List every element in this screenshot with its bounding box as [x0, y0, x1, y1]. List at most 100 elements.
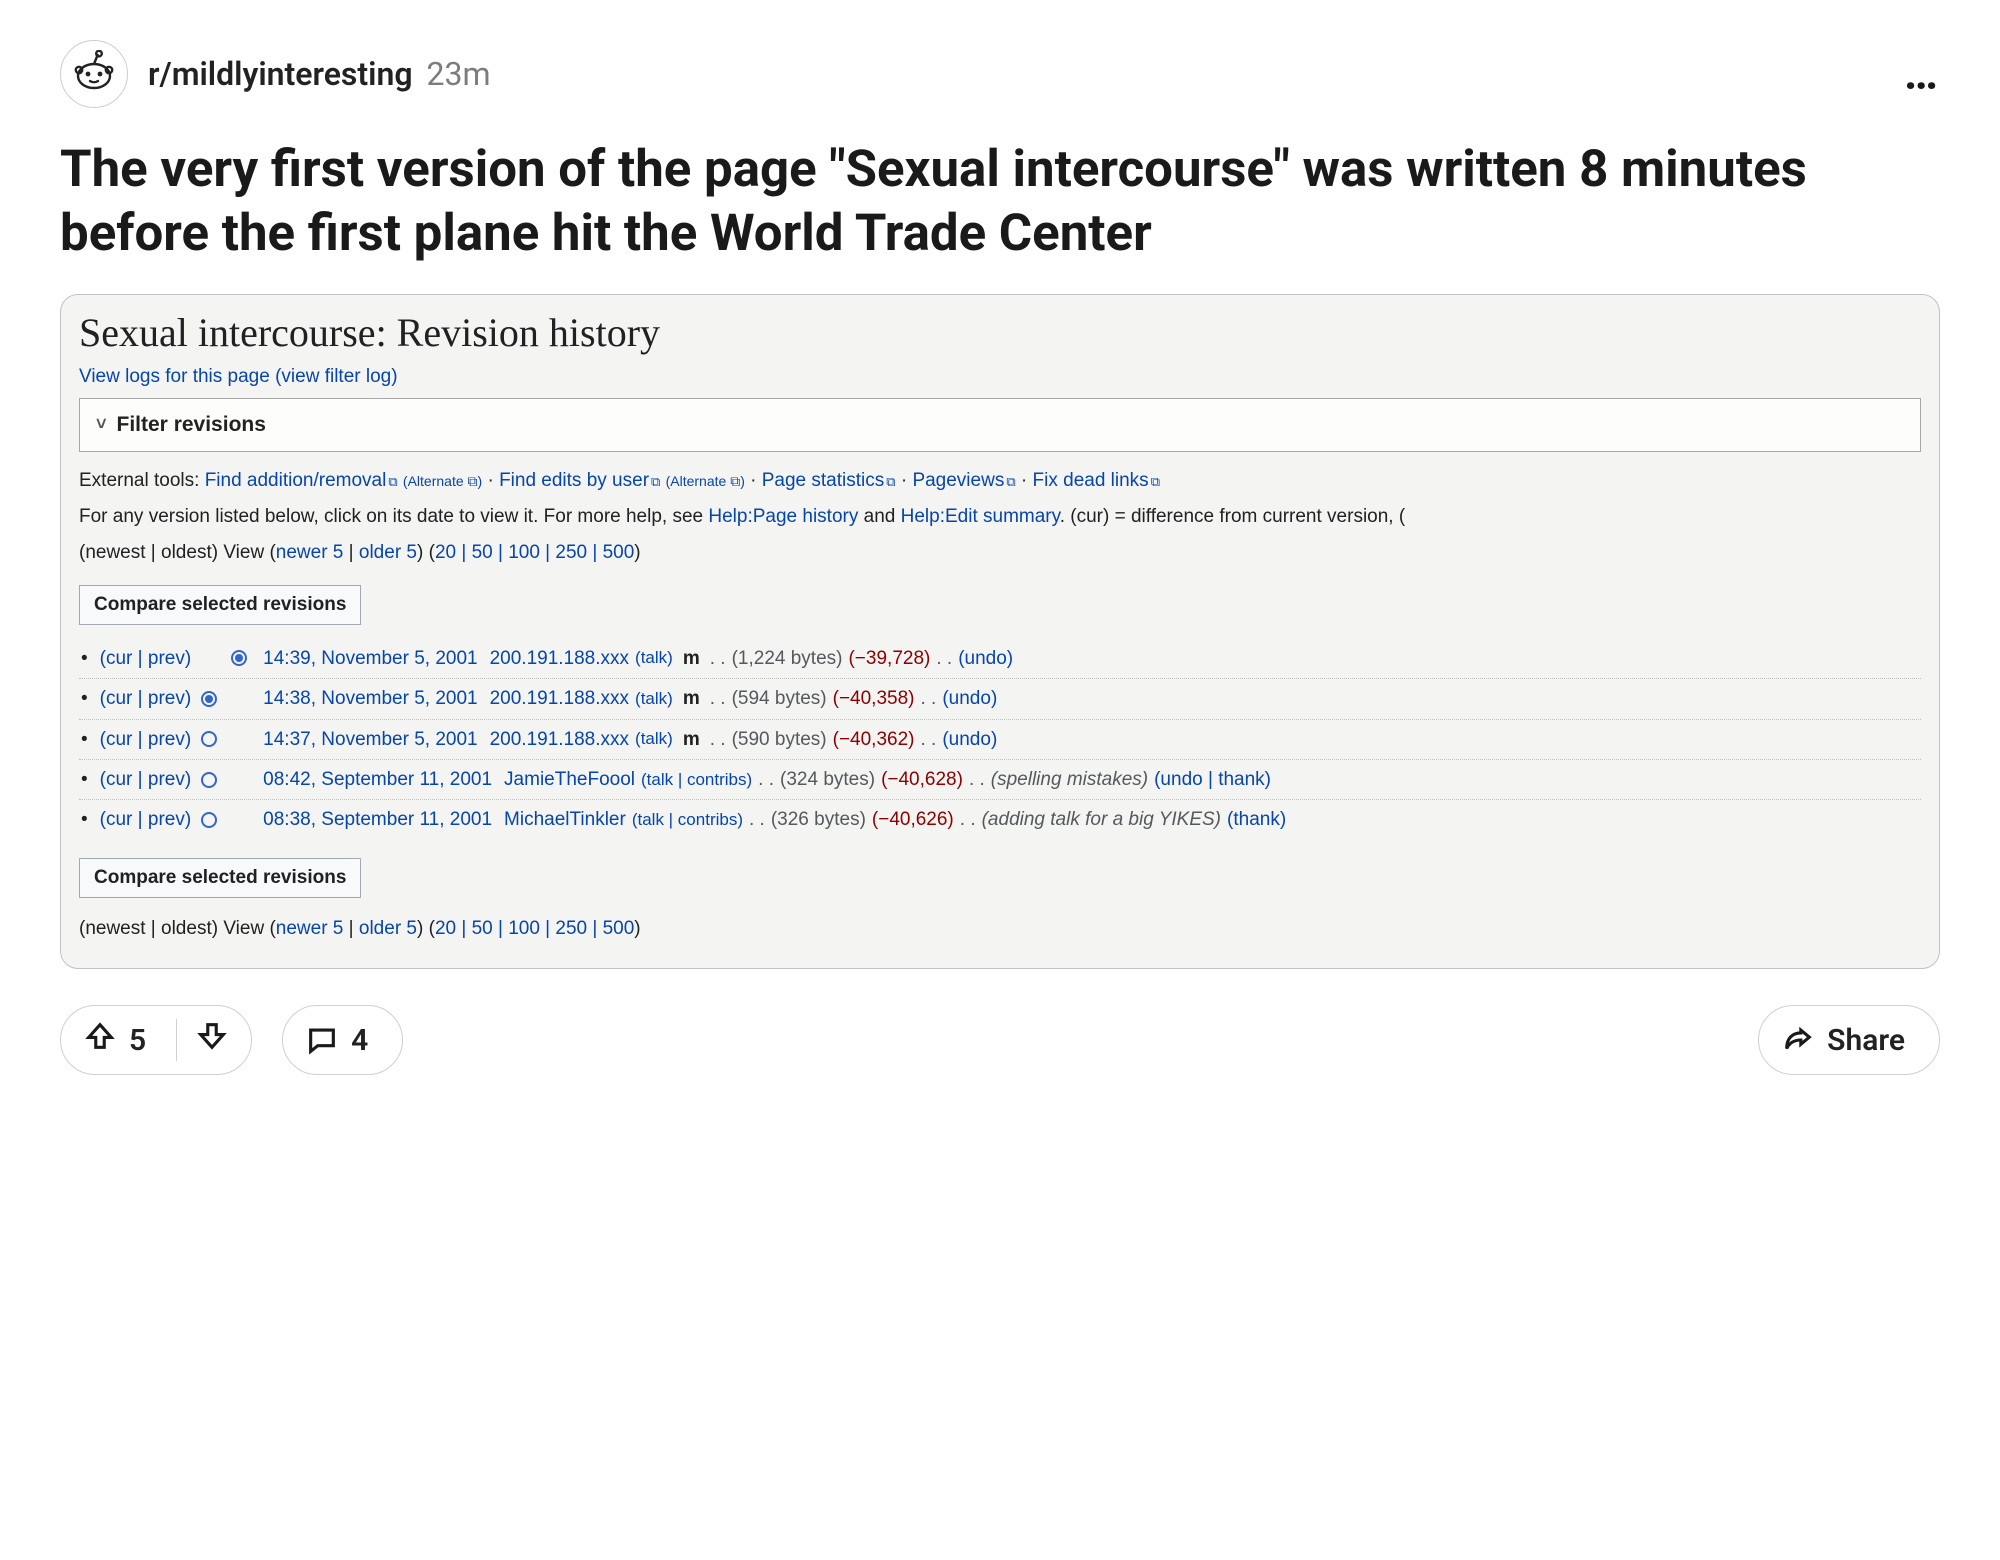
compare-revisions-button-bottom[interactable]: Compare selected revisions [79, 858, 361, 898]
vote-pill: 5 [60, 1005, 252, 1075]
subreddit-avatar[interactable] [60, 40, 128, 108]
revision-date-link[interactable]: 14:37, November 5, 2001 [263, 725, 477, 754]
revision-bytes-diff: (−39,728) [848, 644, 930, 673]
compare-revisions-button-top[interactable]: Compare selected revisions [79, 585, 361, 625]
revision-actions[interactable]: (undo) [942, 725, 997, 754]
upvote-button[interactable] [83, 1019, 117, 1061]
help-page-history-link[interactable]: Help:Page history [708, 506, 858, 527]
separator: . . [936, 644, 952, 673]
minor-edit-flag: m [683, 684, 700, 713]
radio-oldid[interactable] [201, 731, 217, 747]
pager-older[interactable]: older 5 [359, 542, 417, 563]
external-link-icon: ⧉ [1151, 474, 1160, 489]
tool-alt1[interactable]: (Alternate ⧉) [403, 473, 482, 489]
tool-pageviews[interactable]: Pageviews [912, 470, 1004, 491]
radio-diff[interactable] [231, 731, 247, 747]
tool-page-stats[interactable]: Page statistics [762, 470, 885, 491]
revision-actions[interactable]: (undo | thank) [1154, 765, 1271, 794]
help-edit-summary-link[interactable]: Help:Edit summary [901, 506, 1060, 527]
score: 5 [129, 1023, 146, 1058]
help-b: . (cur) = difference from current versio… [1060, 506, 1405, 527]
comments-button[interactable]: 4 [282, 1005, 403, 1075]
user-meta-links[interactable]: (talk) [635, 645, 673, 671]
pager-newer-2[interactable]: newer 5 [276, 918, 344, 939]
radio-diff[interactable] [231, 772, 247, 788]
separator: . . [969, 765, 985, 794]
pager-counts-2[interactable]: 20 | 50 | 100 | 250 | 500 [435, 918, 634, 939]
pager-top: (newest | oldest) View (newer 5 | older … [79, 538, 1921, 568]
cur-prev-links[interactable]: (cur | prev) [100, 644, 192, 673]
radio-diff[interactable] [231, 691, 247, 707]
user-meta-links[interactable]: (talk) [635, 686, 673, 712]
pager-newer[interactable]: newer 5 [276, 542, 344, 563]
revision-size: (590 bytes) [732, 725, 827, 754]
post-image-embed: Sexual intercourse: Revision history Vie… [60, 294, 1940, 970]
revision-actions[interactable]: (undo) [958, 644, 1013, 673]
ext-tools-label: External tools: [79, 470, 199, 491]
revision-actions[interactable]: (thank) [1227, 805, 1286, 834]
radio-oldid[interactable] [201, 650, 217, 666]
revision-size: (326 bytes) [771, 805, 866, 834]
revision-size: (1,224 bytes) [732, 644, 843, 673]
revision-user-link[interactable]: 200.191.188.xxx [490, 725, 629, 754]
cur-prev-links[interactable]: (cur | prev) [100, 805, 192, 834]
revision-row: • (cur | prev) 14:37, November 5, 2001 200… [79, 720, 1921, 760]
revision-user-link[interactable]: 200.191.188.xxx [490, 644, 629, 673]
pager-b: ) ( [417, 542, 435, 563]
revision-bytes-diff: (−40,362) [833, 725, 915, 754]
pager-b2: ) ( [417, 918, 435, 939]
comment-count: 4 [351, 1023, 368, 1058]
edit-summary: (spelling mistakes) [991, 765, 1148, 794]
revision-row: • (cur | prev) 14:39, November 5, 2001 200… [79, 639, 1921, 679]
reddit-snoo-icon [70, 50, 118, 98]
pager-older-2[interactable]: older 5 [359, 918, 417, 939]
cur-prev-links[interactable]: (cur | prev) [100, 684, 192, 713]
chevron-down-icon: ˅ [96, 414, 107, 435]
post-header: r/mildlyinteresting 23m … [60, 40, 1940, 108]
share-button[interactable]: Share [1758, 1005, 1940, 1075]
revision-bytes-diff: (−40,358) [833, 684, 915, 713]
revision-date-link[interactable]: 08:42, September 11, 2001 [263, 765, 492, 794]
pager-counts[interactable]: 20 | 50 | 100 | 250 | 500 [435, 542, 634, 563]
revision-date-link[interactable]: 14:39, November 5, 2001 [263, 644, 477, 673]
downvote-button[interactable] [195, 1019, 229, 1061]
post-age: 23m [427, 55, 491, 93]
revision-row: •(cur | prev)08:42, September 11, 2001 J… [79, 760, 1921, 800]
pill-divider [176, 1019, 177, 1061]
tool-alt2[interactable]: (Alternate ⧉) [666, 473, 745, 489]
external-link-icon: ⧉ [1006, 474, 1015, 489]
revision-actions[interactable]: (undo) [942, 684, 997, 713]
radio-oldid[interactable] [201, 772, 217, 788]
radio-diff[interactable] [231, 812, 247, 828]
post-action-bar: 5 4 Share [60, 1005, 1940, 1075]
tool-fix-dead[interactable]: Fix dead links [1033, 470, 1149, 491]
cur-prev-links[interactable]: (cur | prev) [100, 765, 192, 794]
pager-a2: (newest | oldest) View ( [79, 918, 276, 939]
revision-date-link[interactable]: 08:38, September 11, 2001 [263, 805, 492, 834]
view-logs-link[interactable]: View logs for this page (view filter log… [79, 366, 1921, 388]
bullet-icon: • [81, 644, 88, 673]
revision-date-link[interactable]: 14:38, November 5, 2001 [263, 684, 477, 713]
user-meta-links[interactable]: (talk) [635, 726, 673, 752]
subreddit-link[interactable]: r/mildlyinteresting [148, 55, 413, 93]
filter-revisions-toggle[interactable]: ˅ Filter revisions [79, 398, 1921, 452]
radio-oldid[interactable] [201, 691, 217, 707]
bullet-icon: • [81, 725, 88, 754]
tool-find-edits[interactable]: Find edits by user [499, 470, 649, 491]
user-meta-links[interactable]: (talk | contribs) [641, 767, 752, 793]
tool-find-addremove[interactable]: Find addition/removal [205, 470, 387, 491]
more-options-icon[interactable]: … [1904, 47, 1940, 101]
cur-prev-links[interactable]: (cur | prev) [100, 725, 192, 754]
external-tools-row: External tools: Find addition/removal ⧉ (… [79, 466, 1921, 496]
revision-user-link[interactable]: 200.191.188.xxx [490, 684, 629, 713]
pager-c2: ) [634, 918, 640, 939]
external-link-icon: ⧉ [651, 474, 660, 489]
revision-user-link[interactable]: MichaelTinkler [504, 805, 626, 834]
pager-sep1: | [343, 542, 359, 563]
user-meta-links[interactable]: (talk | contribs) [632, 807, 743, 833]
radio-diff[interactable] [231, 650, 247, 666]
radio-oldid[interactable] [201, 812, 217, 828]
revision-user-link[interactable]: JamieTheFoool [504, 765, 635, 794]
help-text: For any version listed below, click on i… [79, 502, 1921, 532]
wiki-page-title: Sexual intercourse: Revision history [79, 309, 1921, 356]
